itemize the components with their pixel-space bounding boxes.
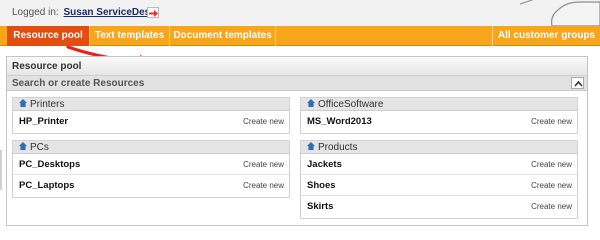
tab-resource-pool[interactable]: Resource pool	[7, 26, 90, 46]
group-name: PCs	[30, 142, 49, 153]
list-item: HP_Printer Create new	[13, 111, 289, 132]
group-header: Printers	[13, 98, 289, 111]
group-header: OfficeSoftware	[301, 98, 577, 111]
search-create-label: Search or create Resources	[12, 78, 145, 89]
group-pcs: PCs PC_Desktops Create new PC_Laptops Cr…	[12, 140, 290, 198]
create-new-link[interactable]: Create new	[531, 196, 572, 217]
group-printers: Printers HP_Printer Create new	[12, 97, 290, 134]
resource-name: PC_Laptops	[19, 180, 75, 191]
group-header: Products	[301, 141, 577, 154]
tab-document-templates[interactable]: Document templates	[170, 26, 276, 46]
create-new-link[interactable]: Create new	[243, 154, 284, 175]
list-item: Shoes Create new	[301, 175, 577, 196]
logged-in-label: Logged in:	[12, 7, 59, 18]
collapse-button[interactable]	[571, 77, 584, 89]
logout-button[interactable]	[147, 7, 159, 18]
group-name: Products	[318, 142, 358, 153]
group-products: Products Jackets Create new Shoes Create…	[300, 140, 578, 219]
panel-title: Resource pool	[7, 57, 587, 76]
logout-icon	[149, 10, 158, 17]
list-item: Jackets Create new	[301, 154, 577, 175]
resource-name: PC_Desktops	[19, 159, 81, 170]
list-item: PC_Laptops Create new	[13, 175, 289, 196]
create-new-link[interactable]: Create new	[531, 154, 572, 175]
home-icon	[307, 99, 315, 108]
main-nav: Resource pool Text templates Document te…	[0, 26, 600, 46]
create-new-link[interactable]: Create new	[243, 111, 284, 132]
home-icon	[19, 142, 27, 151]
resource-name: Skirts	[307, 201, 334, 212]
list-item: MS_Word2013 Create new	[301, 111, 577, 132]
list-item: PC_Desktops Create new	[13, 154, 289, 175]
search-create-bar[interactable]: Search or create Resources	[7, 76, 587, 91]
resource-name: Shoes	[307, 180, 336, 191]
home-icon	[307, 142, 315, 151]
group-name: OfficeSoftware	[318, 99, 384, 110]
group-office-software: OfficeSoftware MS_Word2013 Create new	[300, 97, 578, 134]
resource-name: MS_Word2013	[307, 116, 372, 127]
top-bar: Logged in: Susan ServiceDesk	[0, 0, 600, 26]
resource-name: Jackets	[307, 159, 342, 170]
home-icon	[19, 99, 27, 108]
create-new-link[interactable]: Create new	[531, 175, 572, 196]
left-edge-divider	[0, 150, 2, 190]
tab-text-templates[interactable]: Text templates	[90, 26, 170, 46]
login-info: Logged in: Susan ServiceDesk	[12, 7, 156, 18]
chevron-up-icon	[574, 80, 583, 87]
list-item: Skirts Create new	[301, 196, 577, 217]
create-new-link[interactable]: Create new	[243, 175, 284, 196]
create-new-link[interactable]: Create new	[531, 111, 572, 132]
group-header: PCs	[13, 141, 289, 154]
resource-name: HP_Printer	[19, 116, 69, 127]
tab-all-customer-groups[interactable]: All customer groups	[492, 26, 600, 46]
decorative-graphic	[519, 0, 600, 26]
resource-pool-panel: Resource pool Search or create Resources…	[6, 56, 588, 226]
group-name: Printers	[30, 99, 65, 110]
user-name-link[interactable]: Susan ServiceDesk	[64, 7, 156, 18]
